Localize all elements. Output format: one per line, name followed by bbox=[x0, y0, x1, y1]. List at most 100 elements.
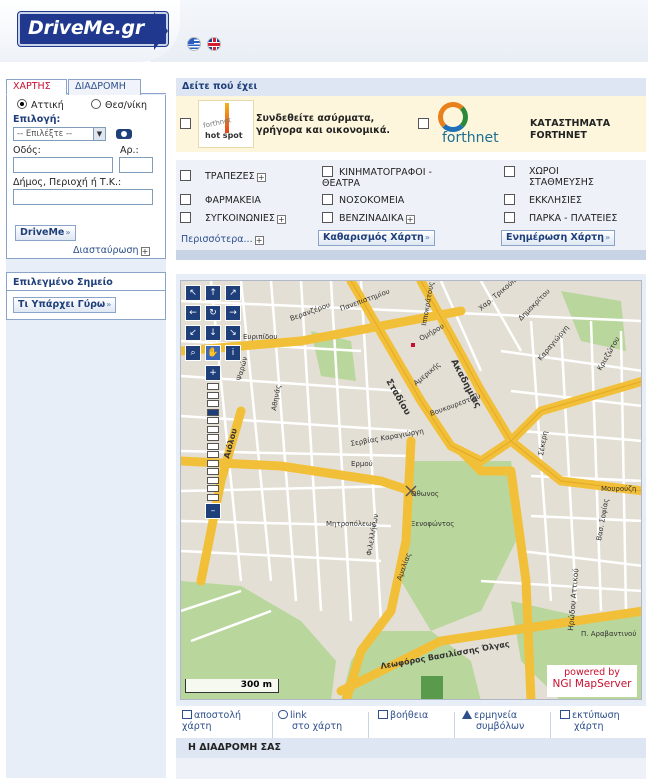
zoom-out-icon[interactable]: – bbox=[205, 503, 221, 519]
crossing-label: Διασταύρωση bbox=[73, 245, 139, 256]
poi-parking[interactable]: ΧΩΡΟΙ ΣΤΑΘΜΕΥΣΗΣ bbox=[504, 166, 644, 188]
refresh-icon[interactable]: ↻ bbox=[205, 305, 221, 321]
whats-around-button[interactable]: Τι Υπάρχει Γύρω» bbox=[13, 297, 117, 313]
poi-checkbox[interactable] bbox=[322, 194, 333, 205]
poi-banks[interactable]: ΤΡΑΠΕΖΕΣ + bbox=[180, 170, 266, 182]
poi-checkbox[interactable] bbox=[504, 166, 515, 177]
double-chevron-right-icon: » bbox=[605, 233, 611, 242]
driveme-button[interactable]: DriveMe» bbox=[15, 225, 76, 241]
number-input[interactable] bbox=[119, 157, 153, 173]
radio-thessaloniki[interactable] bbox=[91, 99, 101, 109]
ngi-mapserver-label: NGI MapServer bbox=[552, 678, 632, 690]
zoom-level-step[interactable] bbox=[207, 485, 219, 492]
choice-select-value: -- Επιλέξτε -- bbox=[17, 129, 73, 139]
crossing-link[interactable]: Διασταύρωση + bbox=[73, 245, 150, 256]
poi-cinemas[interactable]: ΚΙΝΗΜΑΤΟΓΡΑΦΟΙ - ΘΕΑΤΡΑ bbox=[322, 166, 462, 189]
powered-by-badge[interactable]: powered by NGI MapServer bbox=[547, 665, 637, 697]
tab-route[interactable]: ΔΙΑΔΡΟΜΗ bbox=[68, 79, 141, 95]
forthnet-stores-checkbox[interactable] bbox=[418, 118, 429, 129]
zoom-level-step[interactable] bbox=[207, 451, 219, 458]
info-icon[interactable]: i bbox=[225, 345, 241, 361]
poi-label: ΚΙΝΗΜΑΤΟΓΡΑΦΟΙ - ΘΕΑΤΡΑ bbox=[322, 167, 432, 189]
poi-checkbox[interactable] bbox=[180, 170, 191, 181]
poi-pharmacies[interactable]: ΦΑΡΜΑΚΕΙΑ bbox=[180, 194, 261, 206]
choice-select[interactable]: -- Επιλέξτε -- ▼ bbox=[13, 127, 106, 141]
street-label: Μητροπόλεως bbox=[326, 520, 376, 528]
send-map-button[interactable]: αποστολή χάρτη bbox=[182, 710, 241, 732]
arrow-s-icon[interactable]: ↓ bbox=[205, 325, 221, 341]
arrow-nw-icon[interactable]: ↖ bbox=[185, 285, 201, 301]
tab-map[interactable]: ΧΑΡΤΗΣ bbox=[6, 79, 67, 95]
street-label: Μουρούζη bbox=[601, 485, 636, 493]
zoom-level-step[interactable] bbox=[207, 459, 219, 467]
zoom-level-step[interactable] bbox=[207, 468, 219, 475]
chevron-down-icon: ▼ bbox=[93, 128, 105, 140]
arrow-n-icon[interactable]: ↑ bbox=[205, 285, 221, 301]
zoom-level-step[interactable] bbox=[207, 408, 219, 416]
poi-checkbox[interactable] bbox=[504, 194, 515, 205]
poi-parks[interactable]: ΠΑΡΚΑ - ΠΛΑΤΕΙΕΣ bbox=[504, 212, 617, 224]
expand-plus-icon: + bbox=[140, 247, 150, 256]
uk-flag-icon[interactable] bbox=[207, 37, 221, 51]
poi-churches[interactable]: ΕΚΚΛΗΣΙΕΣ bbox=[504, 194, 582, 206]
arrow-e-icon[interactable]: → bbox=[225, 305, 241, 321]
print-map-button[interactable]: εκτύπωση χάρτη bbox=[560, 710, 620, 732]
zoom-level-step[interactable] bbox=[207, 476, 219, 484]
zoom-level-step[interactable] bbox=[207, 493, 219, 501]
expand-plus-icon[interactable]: + bbox=[256, 173, 266, 182]
arrow-se-icon[interactable]: ↘ bbox=[225, 325, 241, 341]
poi-checkbox[interactable] bbox=[180, 194, 191, 205]
print-icon bbox=[560, 710, 570, 719]
view-icon[interactable] bbox=[116, 129, 132, 139]
tool-label: αποστολή bbox=[194, 710, 241, 721]
poi-checkbox[interactable] bbox=[322, 212, 333, 223]
search-tabs: ΧΑΡΤΗΣ ΔΙΑΔΡΟΜΗ bbox=[6, 78, 166, 95]
street-input[interactable] bbox=[13, 157, 113, 173]
divider bbox=[272, 712, 273, 738]
street-label: Οθωνος bbox=[411, 490, 439, 498]
arrow-sw-icon[interactable]: ↙ bbox=[185, 325, 201, 341]
zoom-level-step[interactable] bbox=[207, 425, 219, 433]
double-chevron-right-icon: » bbox=[424, 233, 430, 242]
expand-plus-icon[interactable]: + bbox=[405, 215, 415, 224]
hotspot-checkbox[interactable] bbox=[180, 118, 191, 129]
expand-plus-icon: + bbox=[254, 236, 264, 245]
greek-flag-icon[interactable] bbox=[187, 37, 201, 51]
poi-transport[interactable]: ΣΥΓΚΟΙΝΩΝΙΕΣ + bbox=[180, 212, 286, 224]
search-form: Αττική Θεσ/νίκη Επιλογή: -- Επιλέξτε -- … bbox=[6, 95, 166, 259]
tool-label-2: στο χάρτη bbox=[292, 721, 343, 732]
region-thessaloniki[interactable]: Θεσ/νίκη bbox=[91, 99, 147, 111]
arrow-w-icon[interactable]: ← bbox=[185, 305, 201, 321]
zoom-level-step[interactable] bbox=[207, 391, 219, 399]
poi-hospitals[interactable]: ΝΟΣΟΚΟΜΕΙΑ bbox=[322, 194, 404, 206]
update-map-button[interactable]: Ενημέρωση Χάρτη» bbox=[501, 230, 616, 246]
expand-plus-icon[interactable]: + bbox=[276, 215, 286, 224]
map-canvas[interactable]: Ευριπίδου Σταδίου Ακαδημίας Ομήρου Αμερι… bbox=[180, 280, 642, 700]
poi-checkbox[interactable] bbox=[504, 212, 515, 223]
area-input[interactable] bbox=[13, 189, 153, 205]
zoom-level-step[interactable] bbox=[207, 383, 219, 390]
zoom-box-icon[interactable]: ⌕ bbox=[185, 345, 201, 361]
poi-gas-stations[interactable]: ΒΕΝΖΙΝΑΔΙΚΑ + bbox=[322, 212, 415, 224]
pan-hand-icon[interactable]: ✋ bbox=[205, 345, 221, 361]
tool-label-2: χάρτη bbox=[182, 721, 212, 732]
zoom-level-step[interactable] bbox=[207, 442, 219, 450]
region-attica[interactable]: Αττική bbox=[17, 99, 64, 111]
zoom-level-step[interactable] bbox=[207, 434, 219, 441]
poi-label: ΒΕΝΖΙΝΑΔΙΚΑ bbox=[339, 213, 404, 224]
help-button[interactable]: βοήθεια bbox=[378, 710, 428, 721]
link-map-button[interactable]: link στο χάρτη bbox=[278, 710, 342, 732]
zoom-level-step[interactable] bbox=[207, 400, 219, 407]
poi-checkbox[interactable] bbox=[180, 212, 191, 223]
poi-checkbox[interactable] bbox=[322, 166, 333, 177]
zoom-level-step[interactable] bbox=[207, 417, 219, 424]
arrow-ne-icon[interactable]: ↗ bbox=[225, 285, 241, 301]
legend-button[interactable]: ερμηνεία συμβόλων bbox=[462, 710, 524, 732]
more-categories-link[interactable]: Περισσότερα... + bbox=[181, 234, 264, 245]
number-label: Αρ.: bbox=[120, 145, 139, 156]
forthnet-stores-label: ΚΑΤΑΣΤΗΜΑΤΑ FORTHNET bbox=[530, 118, 611, 141]
radio-attica[interactable] bbox=[17, 99, 27, 109]
driveme-logo[interactable]: DriveMe.gr bbox=[18, 12, 168, 50]
zoom-in-icon[interactable]: + bbox=[205, 365, 221, 381]
clear-map-button[interactable]: Καθαρισμός Χάρτη» bbox=[318, 230, 435, 246]
